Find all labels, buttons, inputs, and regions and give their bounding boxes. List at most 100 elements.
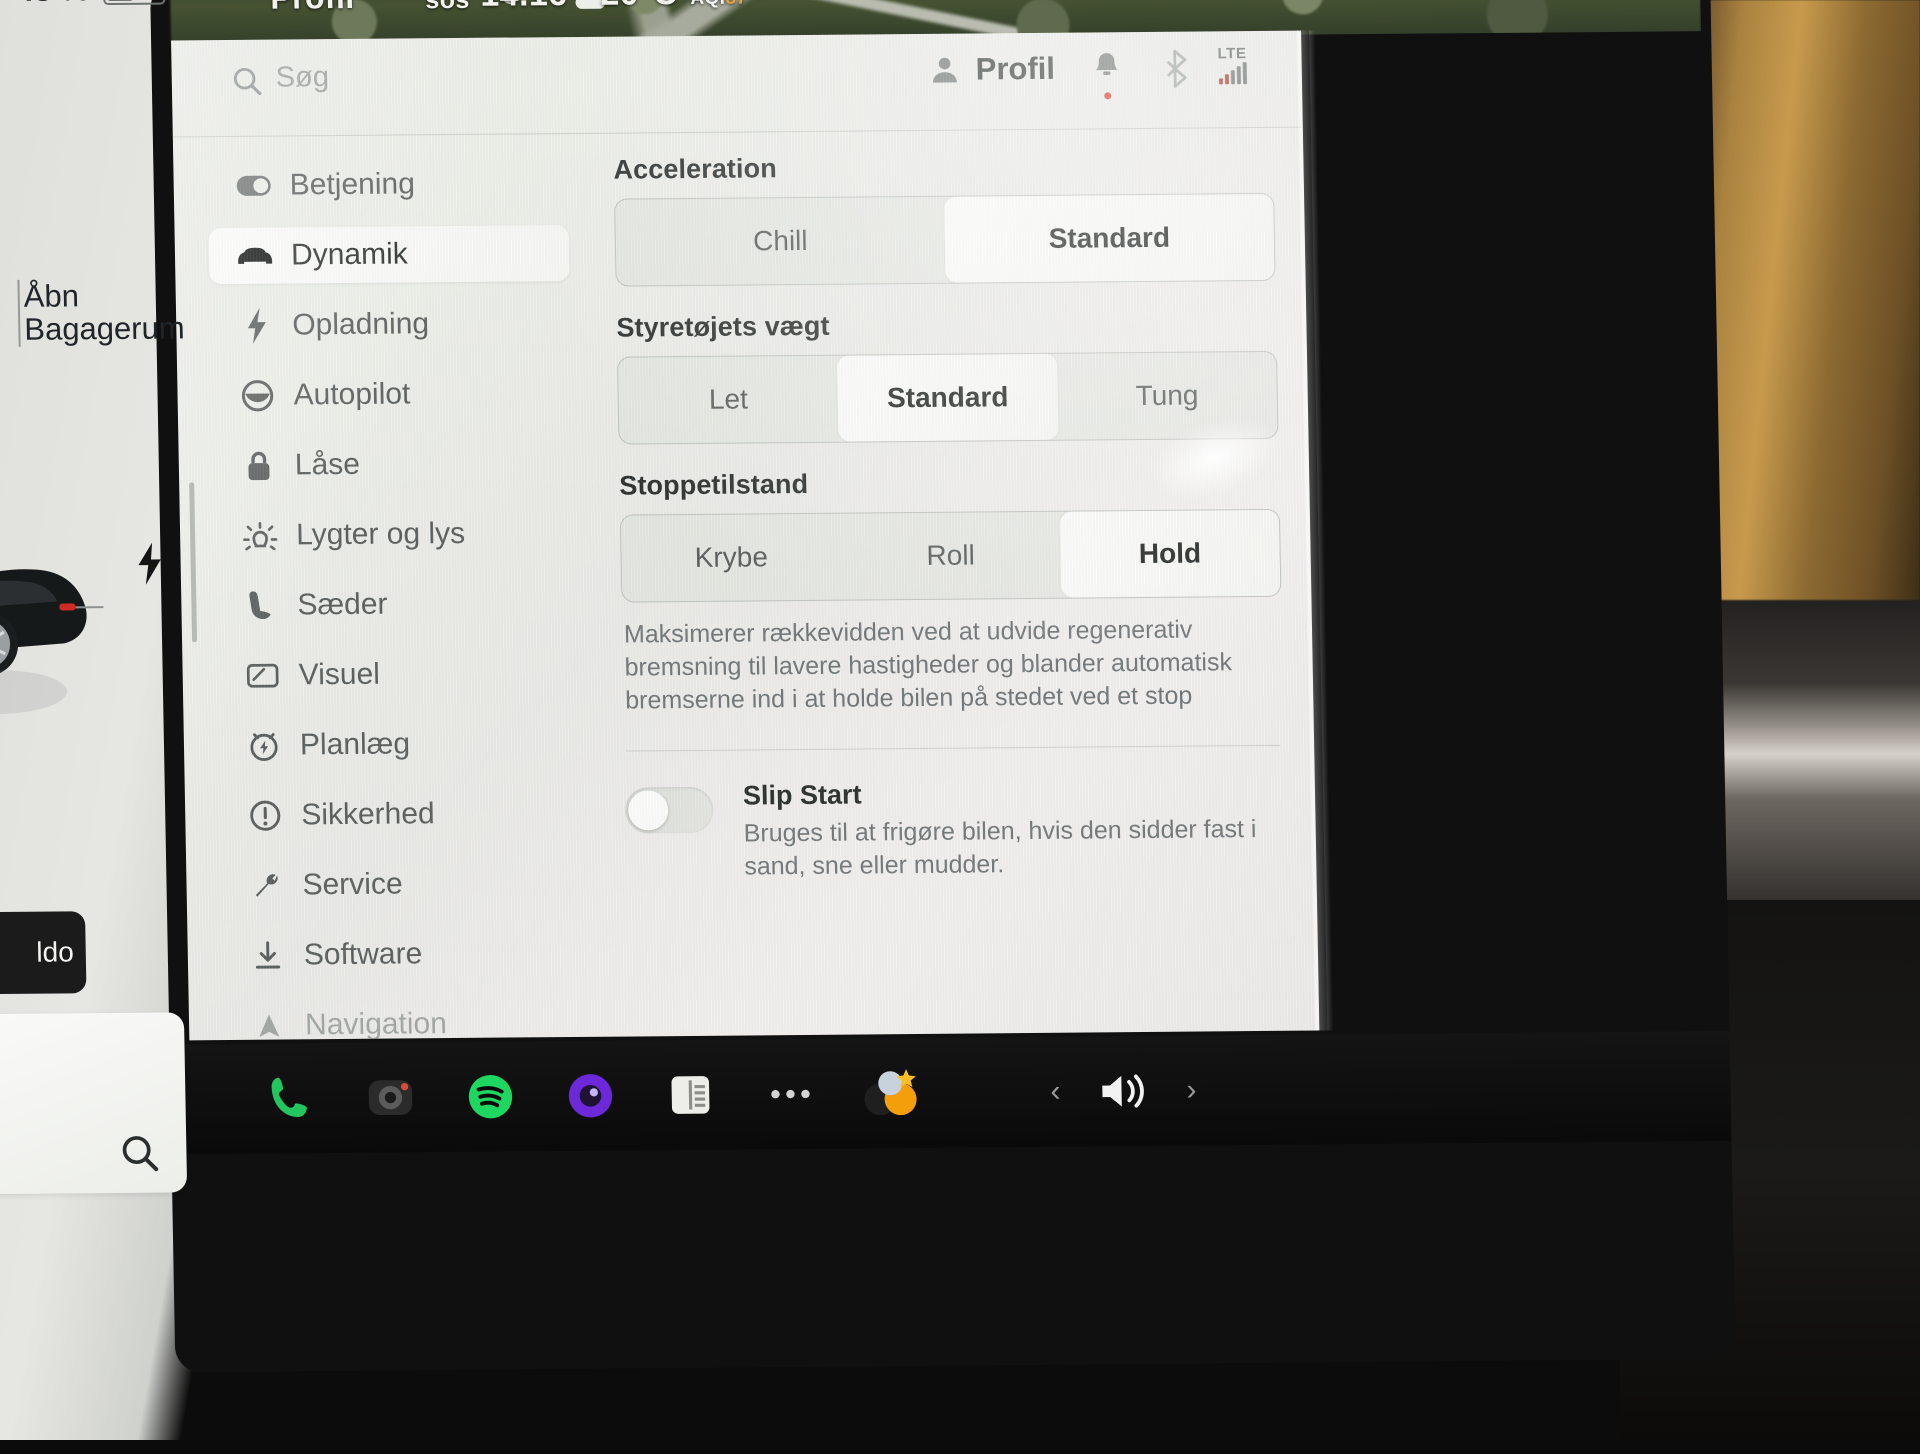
bluetooth-icon bbox=[1163, 50, 1194, 88]
toggle-knob bbox=[628, 790, 669, 830]
sidebar-label: Visuel bbox=[298, 658, 380, 693]
profile-label: Profil bbox=[975, 51, 1055, 88]
dock-item-browser[interactable] bbox=[540, 1069, 641, 1122]
notifications-button[interactable] bbox=[1089, 50, 1124, 91]
sidebar-item-dynamik[interactable]: Dynamik bbox=[209, 225, 570, 284]
sidebar-item-visuel[interactable]: Visuel bbox=[216, 645, 577, 704]
sidebar-item-saeder[interactable]: Sæder bbox=[215, 575, 576, 634]
sidebar-label: Dynamik bbox=[291, 237, 408, 272]
dark-pill-label: ldo bbox=[36, 936, 74, 968]
display-icon bbox=[240, 661, 285, 691]
volume-controls: ‹ › bbox=[1050, 1068, 1197, 1115]
steering-option-let[interactable]: Let bbox=[618, 356, 839, 444]
dock-item-more[interactable] bbox=[740, 1083, 840, 1106]
steering-option-tung[interactable]: Tung bbox=[1057, 352, 1278, 440]
battery-fill bbox=[107, 0, 133, 1]
slip-start-toggle[interactable] bbox=[625, 787, 714, 834]
settings-header: Søg Profil bbox=[171, 31, 1303, 137]
acceleration-segmented-control[interactable]: Chill Standard bbox=[614, 193, 1276, 287]
dock-item-phone[interactable] bbox=[240, 1072, 341, 1125]
status-profile-label[interactable]: Profil bbox=[270, 0, 355, 17]
touchscreen: Profil sos 14.16 20°C AQI 87 48 % Åbn Ba… bbox=[0, 0, 1727, 1454]
dark-tooltip-pill[interactable]: ldo bbox=[0, 911, 87, 994]
toggle-icon bbox=[232, 175, 276, 197]
car-render[interactable] bbox=[0, 502, 184, 734]
bell-icon bbox=[1089, 50, 1124, 86]
battery-status: 48 % bbox=[16, 0, 166, 9]
sidebar-item-navigation[interactable]: Navigation bbox=[223, 995, 584, 1040]
bolt-icon bbox=[234, 308, 279, 344]
section-stopping-mode: Stoppetilstand Krybe Roll Hold Maksimere… bbox=[619, 465, 1284, 717]
prev-button[interactable]: ‹ bbox=[1050, 1075, 1061, 1109]
dock-item-spotify[interactable] bbox=[440, 1070, 541, 1123]
sidebar-item-sikkerhed[interactable]: Sikkerhed bbox=[219, 785, 580, 844]
camera-icon bbox=[364, 1071, 417, 1123]
sidebar-item-service[interactable]: Service bbox=[220, 855, 581, 914]
sidebar-item-planlaeg[interactable]: Planlæg bbox=[217, 715, 578, 774]
apps-icon bbox=[862, 1067, 919, 1119]
acceleration-option-standard[interactable]: Standard bbox=[944, 194, 1275, 283]
section-title: Stoppetilstand bbox=[619, 465, 1280, 502]
sidebar-label: Låse bbox=[295, 448, 361, 483]
sidebar-item-opladning[interactable]: Opladning bbox=[210, 295, 571, 354]
wrench-icon bbox=[244, 869, 289, 901]
steering-wheel-icon bbox=[235, 379, 280, 413]
sidebar-item-software[interactable]: Software bbox=[221, 925, 582, 984]
sidebar-label: Opladning bbox=[292, 307, 429, 342]
dock-item-calendar[interactable] bbox=[640, 1070, 741, 1121]
sidebar-label: Navigation bbox=[305, 1007, 447, 1040]
sidebar-item-betjening[interactable]: Betjening bbox=[207, 155, 568, 214]
lock-icon bbox=[237, 449, 282, 483]
sidebar-item-lygter-og-lys[interactable]: Lygter og lys bbox=[214, 505, 575, 564]
photo-backdrop: Profil sos 14.16 20°C AQI 87 48 % Åbn Ba… bbox=[0, 0, 1920, 1440]
stopping-option-roll[interactable]: Roll bbox=[840, 512, 1061, 600]
open-trunk-button[interactable]: Åbn Bagagerum bbox=[17, 278, 185, 346]
car-front-icon bbox=[233, 243, 277, 269]
search-input[interactable]: Søg bbox=[275, 61, 329, 94]
acceleration-option-chill[interactable]: Chill bbox=[615, 197, 946, 286]
cabin-wood-trim bbox=[1690, 0, 1920, 620]
profile-button[interactable]: Profil bbox=[927, 51, 1055, 88]
settings-sidebar: Betjening Dynamik Opladning bbox=[207, 155, 584, 1040]
section-steering-weight: Styretøjets vægt Let Standard Tung bbox=[616, 307, 1278, 445]
bluetooth-button[interactable] bbox=[1163, 50, 1194, 93]
steering-weight-segmented-control[interactable]: Let Standard Tung bbox=[617, 351, 1279, 445]
status-temperature: 20°C bbox=[600, 0, 678, 14]
slip-start-text: Slip Start Bruges til at frigøre bilen, … bbox=[743, 776, 1287, 883]
next-button[interactable]: › bbox=[1186, 1074, 1197, 1108]
person-icon bbox=[927, 53, 962, 87]
headlight-icon bbox=[238, 519, 283, 553]
status-aqi-value: 87 bbox=[725, 0, 747, 10]
speaker-icon[interactable] bbox=[1096, 1068, 1151, 1114]
sidebar-item-autopilot[interactable]: Autopilot bbox=[211, 365, 572, 424]
status-sos-label[interactable]: sos bbox=[425, 0, 470, 15]
steering-option-standard[interactable]: Standard bbox=[837, 354, 1058, 442]
dock-item-camera[interactable] bbox=[340, 1071, 441, 1124]
section-title: Acceleration bbox=[613, 149, 1274, 186]
sidebar-label: Sæder bbox=[297, 588, 388, 623]
browser-icon bbox=[564, 1070, 617, 1122]
phone-icon bbox=[264, 1072, 317, 1124]
warning-icon bbox=[243, 798, 288, 832]
app-dock: ‹ › bbox=[169, 1031, 1731, 1155]
stopping-option-krybe[interactable]: Krybe bbox=[621, 514, 842, 602]
card-search-icon[interactable] bbox=[117, 1131, 162, 1175]
status-aqi-label: AQI bbox=[690, 0, 725, 10]
search-icon[interactable] bbox=[230, 64, 265, 98]
section-title: Styretøjets vægt bbox=[616, 307, 1277, 344]
network-status: LTE bbox=[1217, 45, 1247, 84]
sidebar-label: Lygter og lys bbox=[296, 517, 466, 552]
open-trunk-line1: Åbn bbox=[23, 278, 184, 313]
settings-panel: Søg Profil bbox=[171, 31, 1319, 1041]
charge-bolt-icon bbox=[132, 543, 167, 585]
sidebar-label: Software bbox=[304, 937, 423, 972]
section-acceleration: Acceleration Chill Standard bbox=[613, 149, 1275, 287]
more-icon bbox=[765, 1083, 815, 1105]
slip-start-title: Slip Start bbox=[743, 776, 1286, 812]
stopping-mode-segmented-control[interactable]: Krybe Roll Hold bbox=[620, 509, 1282, 603]
sidebar-item-laase[interactable]: Låse bbox=[212, 435, 573, 494]
open-trunk-line2: Bagagerum bbox=[24, 312, 185, 347]
stopping-option-hold[interactable]: Hold bbox=[1060, 510, 1281, 598]
sidebar-label: Planlæg bbox=[300, 727, 411, 762]
dock-item-apps[interactable] bbox=[840, 1067, 941, 1120]
